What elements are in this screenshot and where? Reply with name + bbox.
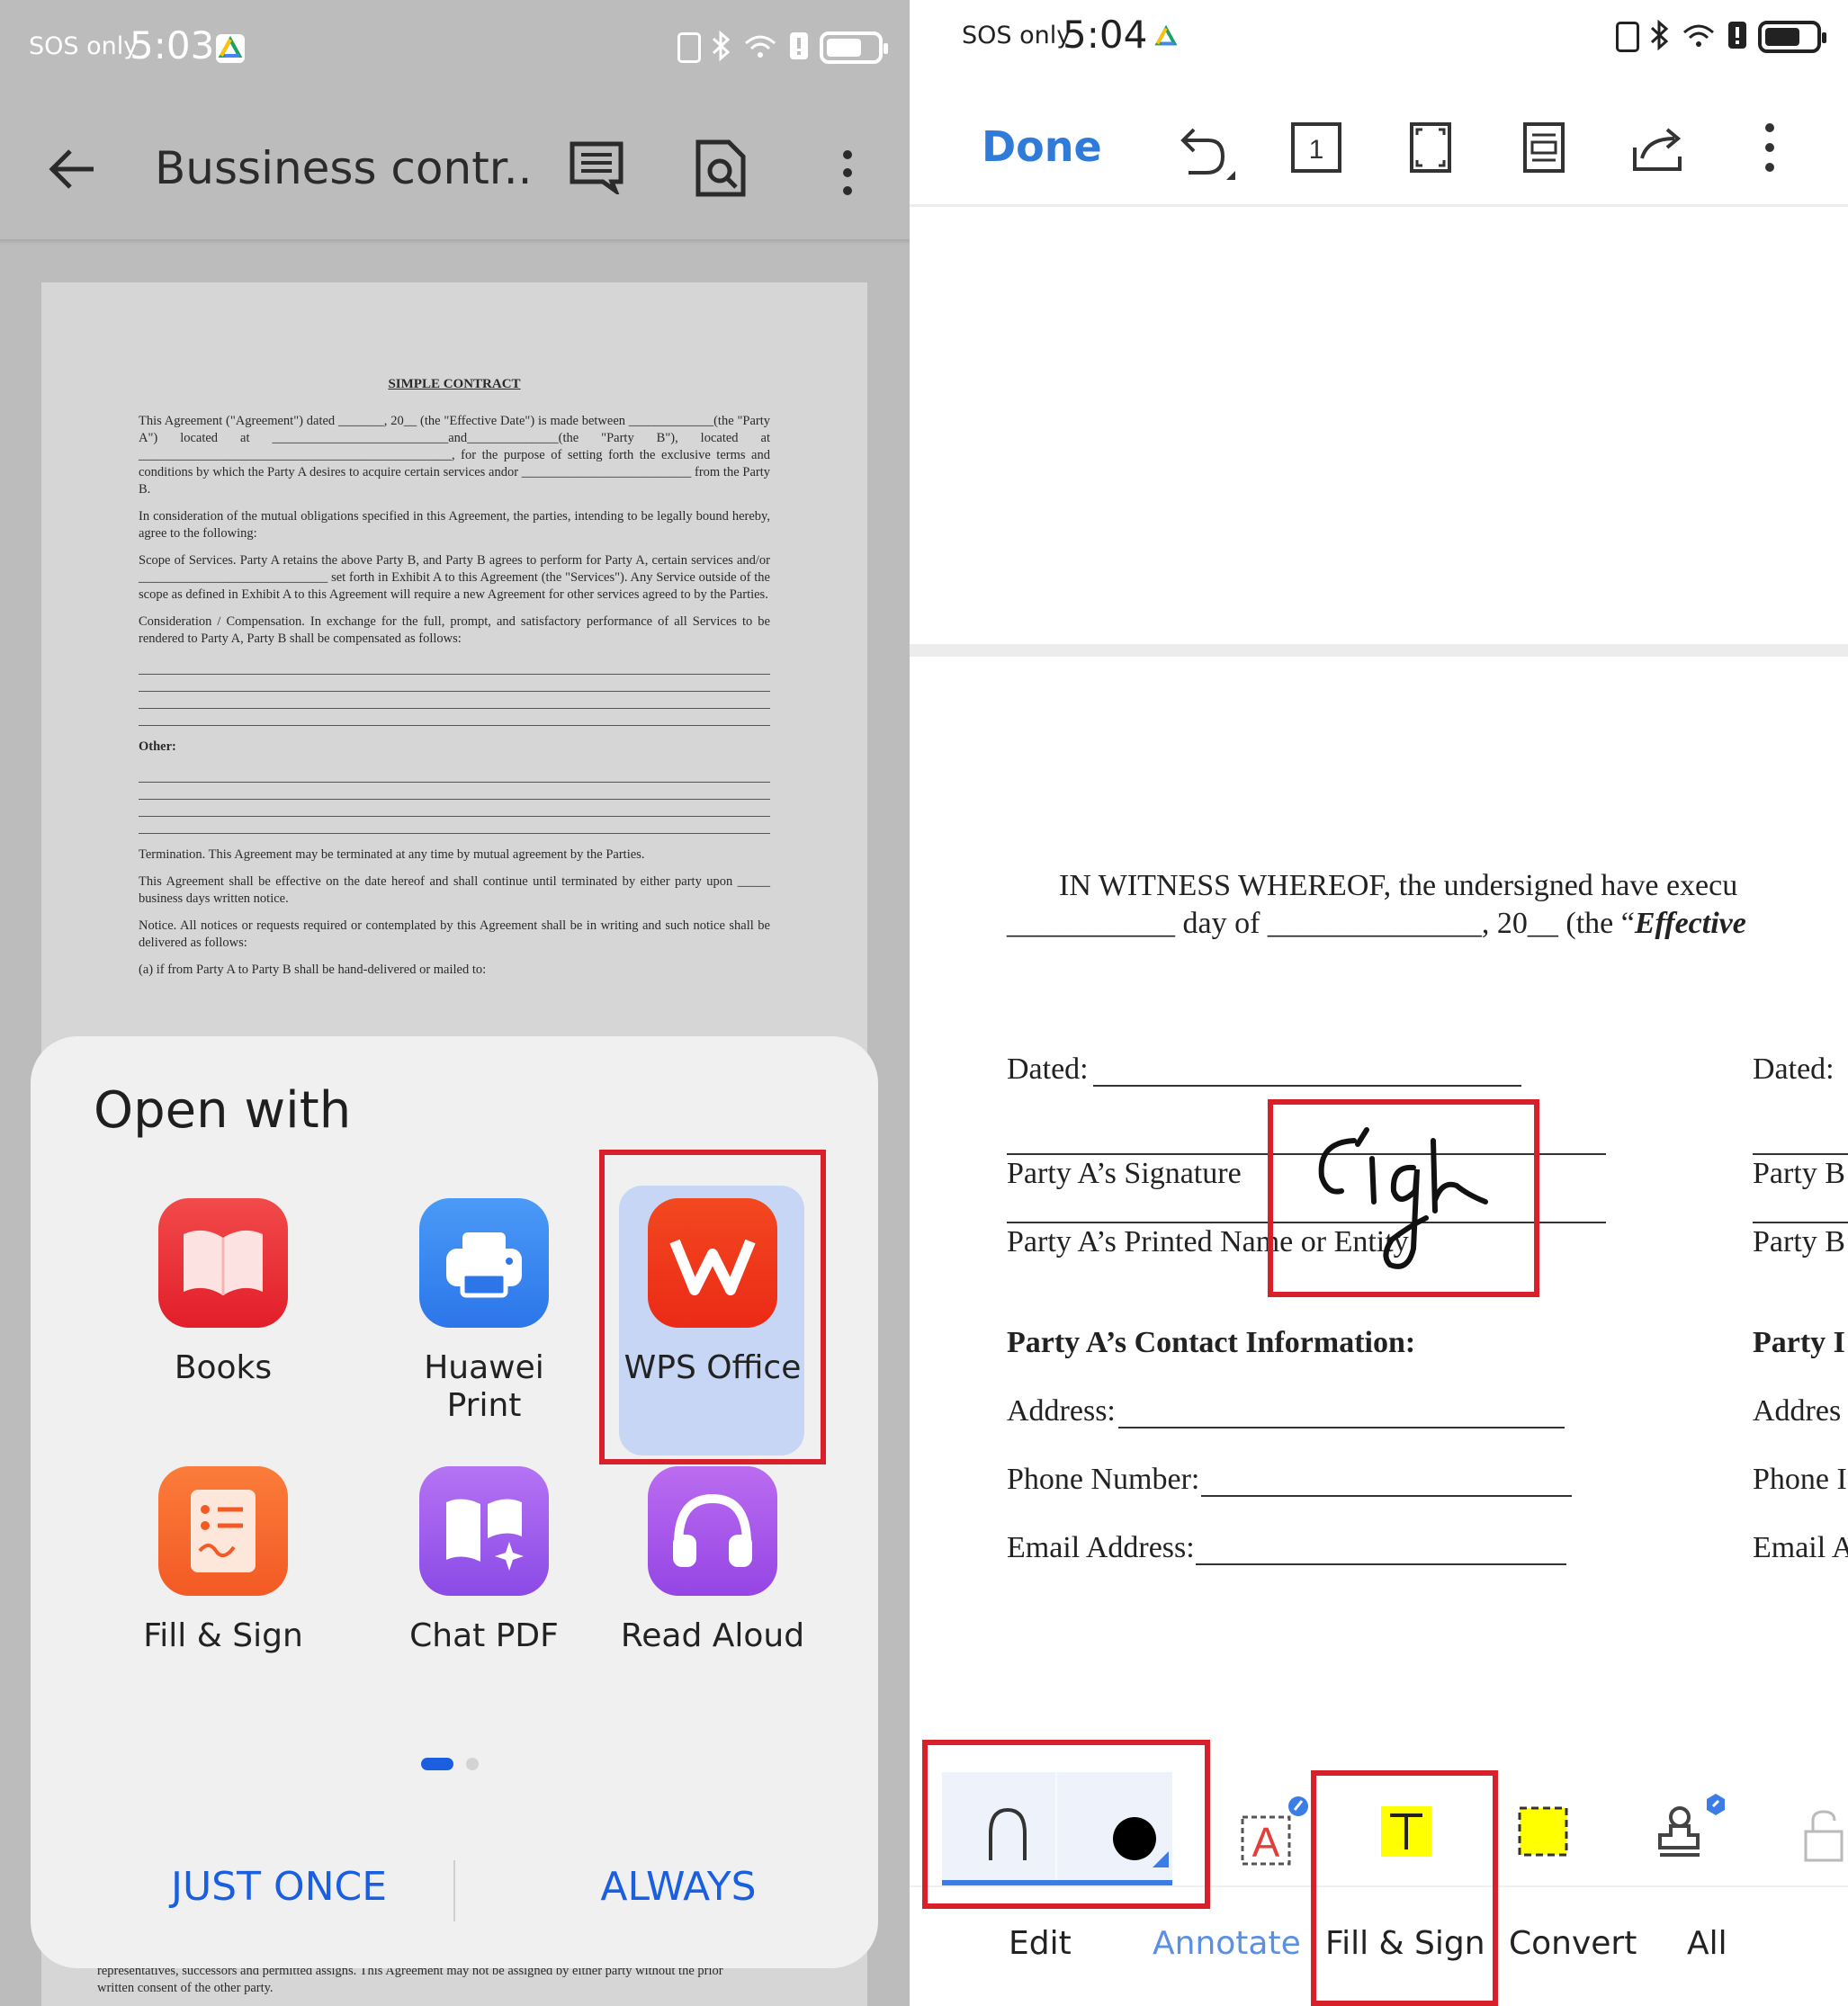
headphones-icon xyxy=(648,1466,777,1596)
printer-icon xyxy=(419,1198,549,1328)
app-label: Read Aloud xyxy=(620,1617,805,1654)
doc-paragraph: Consideration / Compensation. In exchang… xyxy=(139,614,770,646)
clock: 5:04 xyxy=(1063,13,1148,57)
doc-other-label: Other: xyxy=(139,739,176,754)
more-options-icon[interactable] xyxy=(830,146,866,200)
google-drive-icon xyxy=(216,34,245,63)
nfc-icon xyxy=(677,32,701,63)
document-title: Bussiness contr... xyxy=(155,142,533,194)
battery-icon xyxy=(1758,21,1826,53)
tab-all[interactable]: All xyxy=(1687,1925,1727,1962)
status-bar: SOS only 5:04 xyxy=(910,0,1848,81)
address-label: Address: xyxy=(1007,1394,1116,1428)
tab-convert[interactable]: Convert xyxy=(1509,1925,1637,1962)
sos-text: SOS only xyxy=(29,32,139,60)
app-chat-pdf[interactable]: Chat PDF xyxy=(385,1466,583,1655)
witness-line-1: IN WITNESS WHEREOF, the undersigned have… xyxy=(1059,869,1738,902)
address-label-right: Addres xyxy=(1753,1394,1842,1428)
done-button[interactable]: Done xyxy=(982,122,1102,171)
more-options-icon[interactable] xyxy=(1759,121,1781,178)
party-a-contact-heading: Party A’s Contact Information: xyxy=(1007,1326,1416,1359)
clock: 5:03 xyxy=(130,23,215,67)
phone-label-right: Phone I xyxy=(1753,1463,1847,1496)
phone-label: Phone Number: xyxy=(1007,1463,1200,1496)
fill-sign-icon xyxy=(158,1466,288,1596)
undo-icon[interactable] xyxy=(1167,122,1239,189)
battery-icon xyxy=(820,31,888,64)
witness-line-2: ___________ day of ______________, 20__ … xyxy=(1007,907,1635,940)
bluetooth-icon xyxy=(1650,19,1670,54)
doc-paragraph: This Agreement ("Agreement") dated _____… xyxy=(139,414,770,497)
party-b-signature-label: Party B xyxy=(1753,1157,1845,1190)
document-body: SIMPLE CONTRACT This Agreement ("Agreeme… xyxy=(139,376,770,989)
app-books[interactable]: Books xyxy=(124,1198,322,1387)
books-icon xyxy=(158,1198,288,1328)
just-once-button[interactable]: JUST ONCE xyxy=(117,1864,441,1910)
app-fill-sign[interactable]: Fill & Sign xyxy=(124,1466,322,1655)
tab-edit[interactable]: Edit xyxy=(1009,1925,1072,1962)
status-bar: SOS only 5:03 xyxy=(0,0,910,99)
doc-paragraph: This Agreement shall be effective on the… xyxy=(139,874,770,906)
highlight-box-edit-tools xyxy=(922,1740,1210,1909)
app-huawei-print[interactable]: Huawei Print xyxy=(385,1198,583,1425)
app-label: Fill & Sign xyxy=(143,1617,303,1654)
back-arrow-icon[interactable] xyxy=(45,142,99,196)
highlight-box-wps xyxy=(599,1150,826,1464)
left-screenshot: SOS only 5:03 Bussiness contr... SIMPLE … xyxy=(0,0,910,2006)
find-in-page-icon[interactable] xyxy=(695,139,747,198)
stamp-icon[interactable] xyxy=(1653,1787,1734,1871)
right-screenshot: SOS only 5:04 Done 1 IN WITNESS WHEREOF,… xyxy=(910,0,1848,2006)
party-b-printed-label: Party B xyxy=(1753,1225,1845,1258)
svg-text:A: A xyxy=(1252,1819,1280,1866)
email-label-right: Email A xyxy=(1753,1531,1848,1564)
comment-icon[interactable] xyxy=(569,139,624,197)
app-label: Books xyxy=(174,1349,273,1386)
party-b-contact-heading: Party I xyxy=(1753,1326,1845,1359)
google-drive-icon xyxy=(1153,23,1180,50)
fit-page-icon[interactable] xyxy=(1408,121,1453,178)
sos-text: SOS only xyxy=(962,22,1072,49)
doc-paragraph: In consideration of the mutual obligatio… xyxy=(139,509,770,541)
highlight-box-signature xyxy=(1268,1099,1539,1297)
sheet-heading: Open with xyxy=(94,1081,352,1140)
highlight-box-fill-sign xyxy=(1311,1770,1498,2006)
wifi-icon xyxy=(1681,20,1717,54)
reading-mode-icon[interactable] xyxy=(1521,121,1566,178)
app-label: Chat PDF xyxy=(409,1617,559,1654)
select-area-icon[interactable] xyxy=(1516,1805,1570,1862)
doc-paragraph: Termination. This Agreement may be termi… xyxy=(139,847,645,862)
doc-paragraph: Notice. All notices or requests required… xyxy=(139,918,770,950)
email-label: Email Address: xyxy=(1007,1531,1195,1564)
party-a-signature-label: Party A’s Signature xyxy=(1007,1157,1242,1190)
alert-icon xyxy=(1727,20,1747,54)
chat-pdf-icon xyxy=(419,1466,549,1596)
alert-icon xyxy=(789,31,809,65)
tab-annotate[interactable]: Annotate xyxy=(1153,1925,1301,1962)
nfc-icon xyxy=(1616,22,1639,52)
page-gap xyxy=(910,644,1848,657)
share-icon[interactable] xyxy=(1629,121,1689,178)
always-button[interactable]: ALWAYS xyxy=(516,1864,840,1910)
editor-toolbar: Done 1 xyxy=(910,99,1848,207)
page-indicator xyxy=(421,1758,479,1770)
wifi-icon xyxy=(742,31,778,65)
bluetooth-icon xyxy=(712,30,731,65)
page-number-text: 1 xyxy=(1309,135,1324,165)
doc-paragraph: Scope of Services. Party A retains the a… xyxy=(139,553,770,602)
witness-line-2-italic: Effective xyxy=(1634,907,1746,940)
app-read-aloud[interactable]: Read Aloud xyxy=(614,1466,812,1655)
app-label: Huawei Print xyxy=(424,1349,544,1424)
dated-label-right: Dated: xyxy=(1753,1052,1835,1086)
text-box-icon[interactable]: A xyxy=(1237,1790,1309,1875)
page-number-icon[interactable]: 1 xyxy=(1289,121,1343,178)
lock-icon[interactable] xyxy=(1797,1808,1848,1866)
doc-heading: SIMPLE CONTRACT xyxy=(388,377,521,391)
doc-paragraph: (a) if from Party A to Party B shall be … xyxy=(139,963,487,977)
app-bar: Bussiness contr... xyxy=(0,99,910,241)
dated-label: Dated: xyxy=(1007,1052,1089,1086)
